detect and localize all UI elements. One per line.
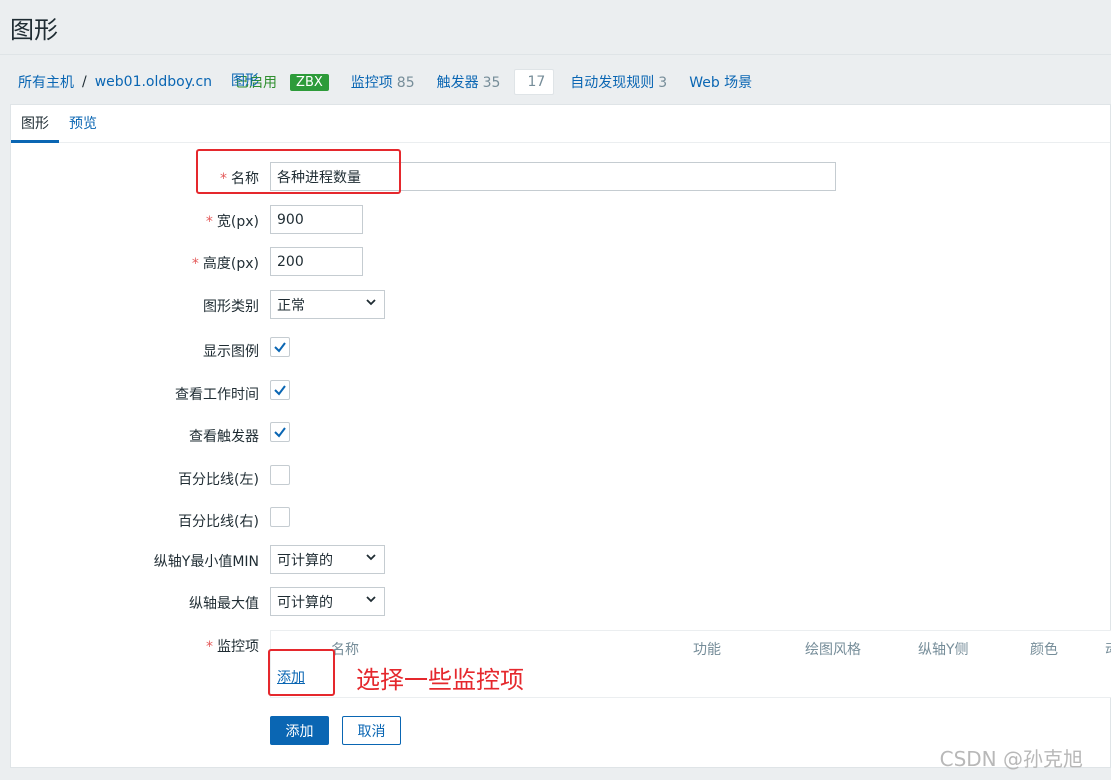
breadcrumb: 所有主机 / web01.oldboy.cn 已启用 ZBX 监控项 85 触发器…: [10, 64, 1111, 100]
watermark: CSDN @孙克旭: [939, 747, 1083, 771]
annotation-box-name: [196, 149, 401, 194]
show-triggers-checkbox[interactable]: [270, 422, 290, 442]
show-legend-checkbox[interactable]: [270, 337, 290, 357]
width-input[interactable]: [270, 205, 363, 234]
percentile-right-checkbox[interactable]: [270, 507, 290, 527]
ymin-value: 可计算的: [277, 553, 333, 569]
row-percentile-right: 百分比线(右): [11, 505, 1111, 535]
row-graph-type: 图形类别 正常: [11, 290, 1111, 320]
percentile-left-label: 百分比线(左): [178, 472, 259, 488]
row-height: * 高度(px): [11, 247, 1111, 277]
percentile-left-checkbox[interactable]: [270, 465, 290, 485]
row-width: * 宽(px): [11, 205, 1111, 235]
col-y-axis-side: 纵轴Y侧: [918, 642, 969, 658]
show-legend-label: 显示图例: [203, 344, 259, 360]
row-percentile-left: 百分比线(左): [11, 463, 1111, 493]
nav-triggers-label: 触发器: [436, 75, 479, 91]
graph-type-label: 图形类别: [203, 299, 259, 315]
nav-graphs[interactable]: 图形 17: [231, 69, 555, 95]
form-card: 图形 预览 *名称 *宽(px) *高度(px) 图形类别 正常 显示图例 查看…: [10, 104, 1111, 768]
nav-triggers-count: 35: [482, 75, 501, 91]
zbx-badge: ZBX: [290, 73, 329, 91]
height-label: * 高度(px): [191, 256, 259, 272]
show-worktime-label: 查看工作时间: [175, 387, 259, 403]
nav-web-label: Web 场景: [689, 75, 753, 91]
ymin-label: 纵轴Y最小值MIN: [153, 554, 259, 570]
cancel-button[interactable]: 取消: [342, 716, 401, 745]
page-title: 图形: [10, 16, 58, 44]
nav-discovery-label: 自动发现规则: [570, 75, 655, 91]
breadcrumb-separator: /: [82, 74, 87, 90]
col-color: 颜色: [1030, 642, 1058, 658]
annotation-box-add: [268, 649, 335, 696]
check-icon: [274, 385, 286, 396]
col-draw-style: 绘图风格: [805, 642, 861, 658]
chevron-down-icon: [366, 299, 376, 306]
row-ymin: 纵轴Y最小值MIN 可计算的: [11, 545, 1111, 575]
annotation-text: 选择一些监控项: [356, 666, 524, 694]
nav-web[interactable]: Web 场景: [689, 72, 752, 92]
chevron-down-icon: [366, 554, 376, 561]
col-action: 动: [1105, 639, 1111, 659]
ymin-select[interactable]: 可计算的: [270, 545, 385, 574]
row-show-triggers: 查看触发器: [11, 420, 1111, 450]
nav-triggers[interactable]: 触发器 35: [437, 72, 501, 92]
nav-discovery[interactable]: 自动发现规则 3: [570, 72, 667, 92]
ymax-value: 可计算的: [277, 595, 333, 611]
nav-items-count: 85: [396, 75, 415, 91]
items-label: * 监控项: [206, 639, 259, 655]
height-input[interactable]: [270, 247, 363, 276]
nav-graphs-label: 图形: [231, 73, 259, 89]
show-triggers-label: 查看触发器: [189, 429, 259, 445]
row-show-legend: 显示图例: [11, 335, 1111, 365]
graph-type-select[interactable]: 正常: [270, 290, 385, 319]
tab-preview[interactable]: 预览: [59, 105, 107, 143]
col-function: 功能: [693, 642, 721, 658]
ymax-select[interactable]: 可计算的: [270, 587, 385, 616]
row-items: *监控项 名称 功能 绘图风格 纵轴Y侧 颜色 动 添加: [11, 630, 1111, 700]
nav-items-label: 监控项: [350, 75, 393, 91]
row-ymax: 纵轴最大值 可计算的: [11, 587, 1111, 617]
nav-discovery-count: 3: [658, 75, 668, 91]
tab-bar: 图形 预览: [11, 105, 1110, 143]
show-worktime-checkbox[interactable]: [270, 380, 290, 400]
row-name: * 名称: [11, 162, 1111, 192]
check-icon: [274, 427, 286, 438]
nav-graphs-count: 17: [527, 74, 546, 90]
items-table-header: 名称 功能 绘图风格 纵轴Y侧 颜色 动: [271, 631, 1111, 663]
header-divider: [0, 54, 1111, 55]
breadcrumb-host[interactable]: web01.oldboy.cn: [95, 74, 212, 90]
percentile-right-label: 百分比线(右): [178, 514, 259, 530]
nav-items[interactable]: 监控项 85: [351, 72, 415, 92]
check-icon: [274, 342, 286, 353]
tab-graph[interactable]: 图形: [11, 105, 59, 143]
col-name: 名称: [331, 642, 359, 658]
add-button[interactable]: 添加: [270, 716, 329, 745]
graph-type-value: 正常: [277, 298, 305, 314]
chevron-down-icon: [366, 596, 376, 603]
breadcrumb-all-hosts[interactable]: 所有主机: [18, 72, 74, 92]
row-show-worktime: 查看工作时间: [11, 378, 1111, 408]
width-label: * 宽(px): [205, 214, 259, 230]
ymax-label: 纵轴最大值: [189, 596, 259, 612]
